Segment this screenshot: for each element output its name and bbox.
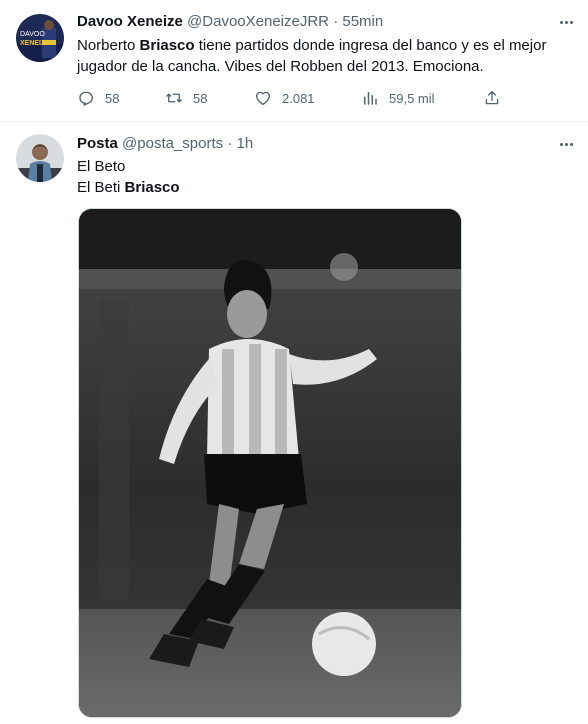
reply-count: 58 <box>105 90 120 106</box>
display-name[interactable]: Posta <box>77 135 118 152</box>
like-count: 2.081 <box>282 90 315 106</box>
action-bar: 58 58 2.081 59,5 mil <box>77 88 507 108</box>
svg-text:DAVOO: DAVOO <box>20 31 45 38</box>
share-icon <box>485 90 499 105</box>
avatar[interactable]: DAVOO XENEIZE <box>16 14 64 62</box>
retweet-button[interactable]: 58 <box>165 88 207 108</box>
tweet-posta[interactable]: Posta @posta_sports · 1h El Beto El Beti… <box>0 122 588 724</box>
reply-button[interactable]: 58 <box>77 88 119 108</box>
avatar-image <box>16 134 64 182</box>
separator-dot: · <box>333 13 339 30</box>
display-name[interactable]: Davoo Xeneize <box>77 13 183 30</box>
retweet-icon <box>166 93 182 103</box>
timestamp[interactable]: 1h <box>237 135 254 152</box>
views-icon <box>364 92 377 105</box>
user-handle[interactable]: @posta_sports <box>122 135 223 152</box>
tweet-text-line: El Beto <box>77 158 126 175</box>
football-player-photo <box>79 209 461 717</box>
share-button[interactable] <box>483 88 501 108</box>
more-icon[interactable] <box>554 13 578 31</box>
reply-icon <box>79 91 93 106</box>
more-icon[interactable] <box>554 135 578 153</box>
like-icon <box>255 91 271 106</box>
tweet-photo[interactable] <box>78 208 462 718</box>
retweet-count: 58 <box>193 90 208 106</box>
tweet-text: Norberto Briasco tiene partidos donde in… <box>77 37 547 75</box>
tweet-header: Posta @posta_sports · 1h <box>77 134 544 154</box>
timestamp[interactable]: 55min <box>342 13 383 30</box>
like-button[interactable]: 2.081 <box>254 88 315 108</box>
tweet-text-line: El Beti Briasco <box>77 179 180 196</box>
svg-text:XENEIZE: XENEIZE <box>20 40 50 47</box>
avatar[interactable] <box>16 134 64 182</box>
user-handle[interactable]: @DavooXeneizeJRR <box>187 13 329 30</box>
views-count: 59,5 mil <box>389 90 435 106</box>
views-button[interactable]: 59,5 mil <box>361 88 435 108</box>
avatar-image: DAVOO XENEIZE <box>16 14 64 62</box>
tweet-text: El Beto El Beti Briasco <box>77 156 568 198</box>
tweet-davoo[interactable]: DAVOO XENEIZE Davoo Xeneize @DavooXeneiz… <box>0 0 588 122</box>
tweet-header: Davoo Xeneize @DavooXeneizeJRR · 55min <box>77 12 544 32</box>
separator-dot: · <box>227 135 233 152</box>
